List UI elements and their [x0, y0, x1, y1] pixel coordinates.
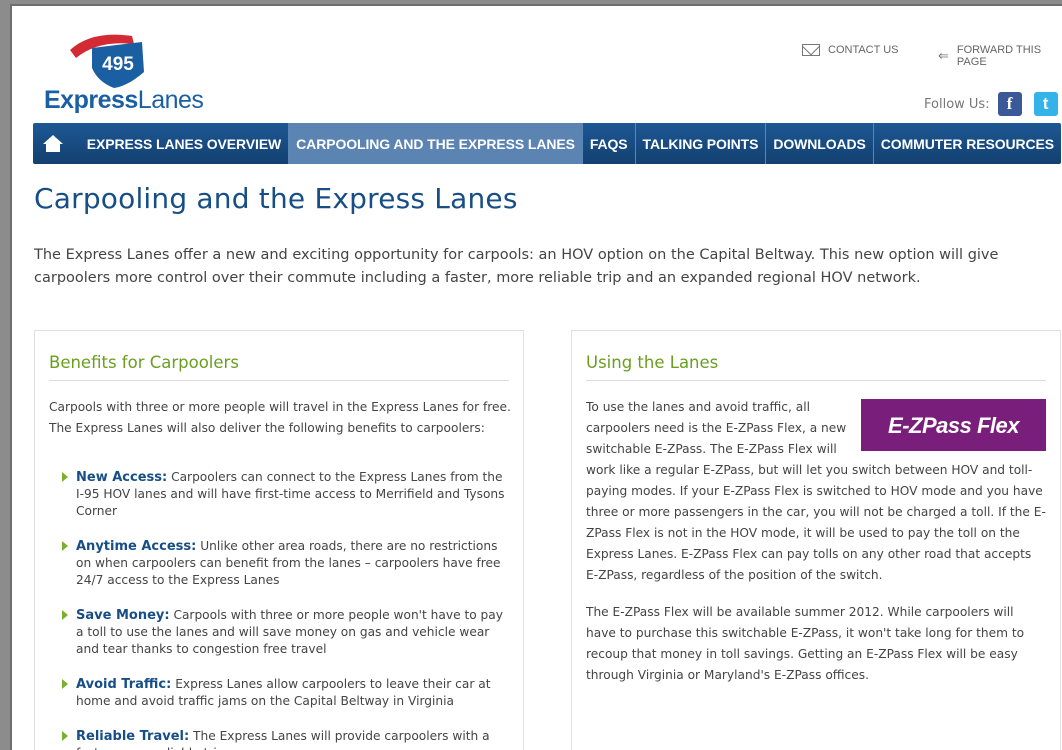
home-icon [42, 134, 63, 153]
main-nav: EXPRESS LANES OVERVIEW CARPOOLING AND TH… [33, 123, 1061, 164]
page-intro: The Express Lanes offer a new and exciti… [34, 247, 999, 286]
nav-item-commuter-resources[interactable]: COMMUTER RESOURCES [874, 123, 1061, 164]
benefit-term: Save Money: [76, 608, 170, 623]
benefit-term: Avoid Traffic: [76, 677, 172, 692]
shield-number: 495 [102, 54, 134, 75]
list-item: Reliable Travel: The Express Lanes will … [49, 728, 509, 750]
benefits-intro: Carpools with three or more people will … [49, 400, 511, 435]
divider [586, 380, 1046, 381]
using-lanes-panel: Using the Lanes E-ZPass Flex To use the … [571, 330, 1061, 750]
home-button[interactable] [33, 123, 73, 164]
forward-page-label: FORWARD THIS PAGE [956, 44, 1042, 68]
twitter-icon[interactable]: t [1033, 92, 1058, 116]
bullet-arrow-icon [62, 731, 68, 741]
ezpass-flex-logo: E-ZPass Flex [861, 399, 1046, 451]
nav-item-talking-points[interactable]: TALKING POINTS [636, 123, 767, 164]
bullet-arrow-icon [62, 472, 68, 482]
495-shield-icon: 495 [70, 34, 144, 88]
nav-item-carpooling[interactable]: CARPOOLING AND THE EXPRESS LANES [289, 123, 583, 164]
brand-wordmark: ExpressLanes [44, 86, 204, 115]
contact-us-label: CONTACT US [828, 44, 899, 56]
using-lanes-body: E-ZPass Flex To use the lanes and avoid … [586, 397, 1046, 702]
brand-bold: Express [44, 86, 138, 114]
nav-item-overview[interactable]: EXPRESS LANES OVERVIEW [73, 123, 290, 164]
page-title: Carpooling and the Express Lanes [34, 182, 518, 215]
benefit-term: New Access: [76, 470, 168, 485]
bullet-arrow-icon [62, 679, 68, 689]
benefits-list: New Access: Carpoolers can connect to th… [49, 469, 509, 750]
list-item: Save Money: Carpools with three or more … [49, 607, 509, 658]
page: 495 ExpressLanes CONTACT US ⇐ FORWARD TH… [10, 4, 1062, 750]
follow-us: Follow Us: f t [924, 92, 1058, 116]
using-lanes-paragraph-2: The E-ZPass Flex will be available summe… [586, 605, 1025, 682]
forward-page-link[interactable]: ⇐ FORWARD THIS PAGE [938, 44, 1062, 68]
facebook-icon[interactable]: f [997, 92, 1022, 116]
bullet-arrow-icon [62, 610, 68, 620]
benefits-heading: Benefits for Carpoolers [49, 353, 239, 372]
brand-light: Lanes [137, 86, 204, 114]
forward-arrow-icon: ⇐ [938, 48, 949, 63]
divider [49, 380, 509, 381]
nav-item-faqs[interactable]: FAQS [583, 123, 636, 164]
list-item: Anytime Access: Unlike other area roads,… [49, 538, 509, 589]
contact-us-link[interactable]: CONTACT US [802, 44, 899, 56]
using-lanes-heading: Using the Lanes [586, 353, 719, 372]
benefit-term: Anytime Access: [76, 539, 197, 554]
list-item: New Access: Carpoolers can connect to th… [49, 469, 509, 520]
express-lanes-logo[interactable]: 495 ExpressLanes [42, 28, 212, 118]
nav-item-downloads[interactable]: DOWNLOADS [766, 123, 874, 164]
benefit-term: Reliable Travel: [76, 729, 190, 744]
envelope-icon [802, 44, 820, 56]
bullet-arrow-icon [62, 541, 68, 551]
follow-us-label: Follow Us: [924, 96, 990, 112]
benefits-panel: Benefits for Carpoolers Carpools with th… [34, 330, 524, 750]
list-item: Avoid Traffic: Express Lanes allow carpo… [49, 676, 509, 710]
